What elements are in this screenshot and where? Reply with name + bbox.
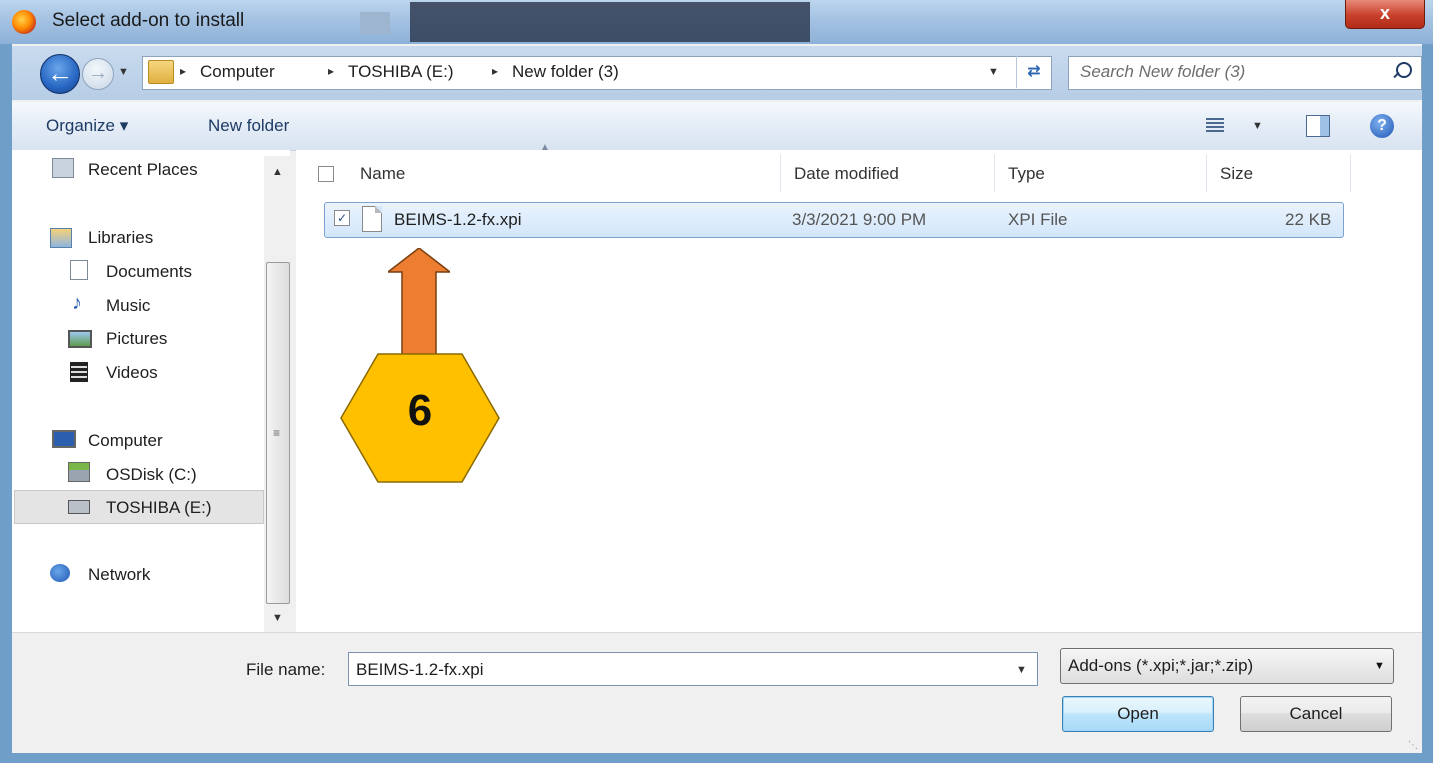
recent-places-icon (52, 158, 74, 178)
nav-item-toshiba[interactable]: TOSHIBA (E:) (106, 498, 212, 518)
column-divider[interactable] (994, 154, 995, 192)
videos-icon (70, 362, 88, 382)
column-divider[interactable] (780, 154, 781, 192)
column-header-date-modified[interactable]: Date modified (794, 164, 899, 184)
open-button[interactable]: Open (1062, 696, 1214, 732)
help-icon[interactable]: ? (1370, 114, 1394, 138)
cancel-button[interactable]: Cancel (1240, 696, 1392, 732)
breadcrumb-new-folder[interactable]: New folder (3) (512, 62, 619, 82)
file-size-cell: 22 KB (1285, 210, 1332, 229)
file-name-dropdown-icon[interactable]: ▼ (1016, 664, 1027, 676)
column-header-type[interactable]: Type (1008, 164, 1045, 184)
file-name-label: File name: (246, 660, 326, 679)
scroll-grip-icon: ≡ (273, 426, 281, 440)
file-type-filter-value[interactable]: Add-ons (*.xpi;*.jar;*.zip) (1068, 656, 1253, 676)
select-all-checkbox[interactable] (318, 166, 334, 182)
address-dropdown-icon[interactable]: ▼ (988, 66, 999, 78)
preview-pane-icon[interactable] (1306, 115, 1330, 137)
organize-button[interactable]: Organize ▾ (46, 116, 128, 136)
nav-item-pictures[interactable]: Pictures (106, 329, 167, 349)
file-date-cell: 3/3/2021 9:00 PM (792, 210, 927, 229)
annotation-arrow (388, 248, 450, 360)
documents-icon (70, 260, 88, 280)
step-number: 6 (407, 386, 433, 435)
file-checkbox[interactable]: ✓ (334, 210, 350, 226)
history-dropdown-icon[interactable]: ▼ (118, 66, 129, 78)
resize-grip-icon[interactable]: ⋱ (1408, 740, 1418, 751)
scroll-down-icon[interactable]: ▼ (272, 612, 283, 624)
breadcrumb-separator-icon[interactable]: ▸ (180, 64, 186, 78)
music-icon: ♪ (72, 292, 82, 314)
column-header-size[interactable]: Size (1220, 164, 1253, 184)
breadcrumb-computer[interactable]: Computer (200, 62, 275, 82)
nav-item-osdisk[interactable]: OSDisk (C:) (106, 465, 197, 485)
search-icon[interactable] (1396, 62, 1412, 78)
background-tab (360, 12, 390, 34)
column-divider[interactable] (1350, 154, 1351, 192)
file-type-cell: XPI File (1008, 210, 1068, 229)
new-folder-button[interactable]: New folder (208, 116, 289, 136)
file-name-cell[interactable]: BEIMS-1.2-fx.xpi (394, 210, 522, 230)
column-divider[interactable] (1206, 154, 1207, 192)
window-title: Select add-on to install (52, 10, 245, 31)
libraries-icon (50, 228, 72, 248)
nav-item-libraries[interactable]: Libraries (88, 228, 153, 248)
sort-ascending-icon: ▲ (540, 142, 550, 153)
search-placeholder: Search New folder (3) (1080, 62, 1246, 81)
breadcrumb-toshiba[interactable]: TOSHIBA (E:) (348, 62, 454, 82)
view-dropdown-icon[interactable]: ▼ (1252, 120, 1263, 132)
file-name-value[interactable]: BEIMS-1.2-fx.xpi (356, 660, 484, 680)
nav-item-documents[interactable]: Documents (106, 262, 192, 282)
breadcrumb-separator-icon[interactable]: ▸ (328, 64, 334, 78)
navigation-pane (12, 150, 290, 632)
nav-item-music[interactable]: Music (106, 296, 150, 316)
drive-icon (68, 462, 90, 482)
pictures-icon (68, 330, 92, 348)
firefox-icon (12, 10, 36, 34)
forward-button[interactable]: → (82, 58, 114, 90)
nav-item-network[interactable]: Network (88, 565, 150, 585)
file-icon (362, 206, 382, 232)
network-icon (50, 564, 70, 582)
column-header-name[interactable]: Name (360, 164, 405, 184)
usb-drive-icon (68, 500, 90, 514)
nav-item-computer[interactable]: Computer (88, 431, 163, 451)
back-button[interactable]: ← (40, 54, 80, 94)
filter-dropdown-icon[interactable]: ▼ (1374, 660, 1385, 672)
background-tab (410, 2, 810, 42)
computer-icon (52, 430, 76, 448)
folder-icon (148, 60, 174, 84)
nav-item-recent-places[interactable]: Recent Places (88, 160, 198, 180)
breadcrumb-separator-icon[interactable]: ▸ (492, 64, 498, 78)
nav-item-videos[interactable]: Videos (106, 363, 158, 383)
change-view-icon[interactable] (1206, 118, 1224, 132)
close-button[interactable]: x (1345, 0, 1425, 29)
refresh-button[interactable]: ⇄ (1016, 56, 1051, 88)
scroll-up-icon[interactable]: ▲ (272, 166, 283, 178)
